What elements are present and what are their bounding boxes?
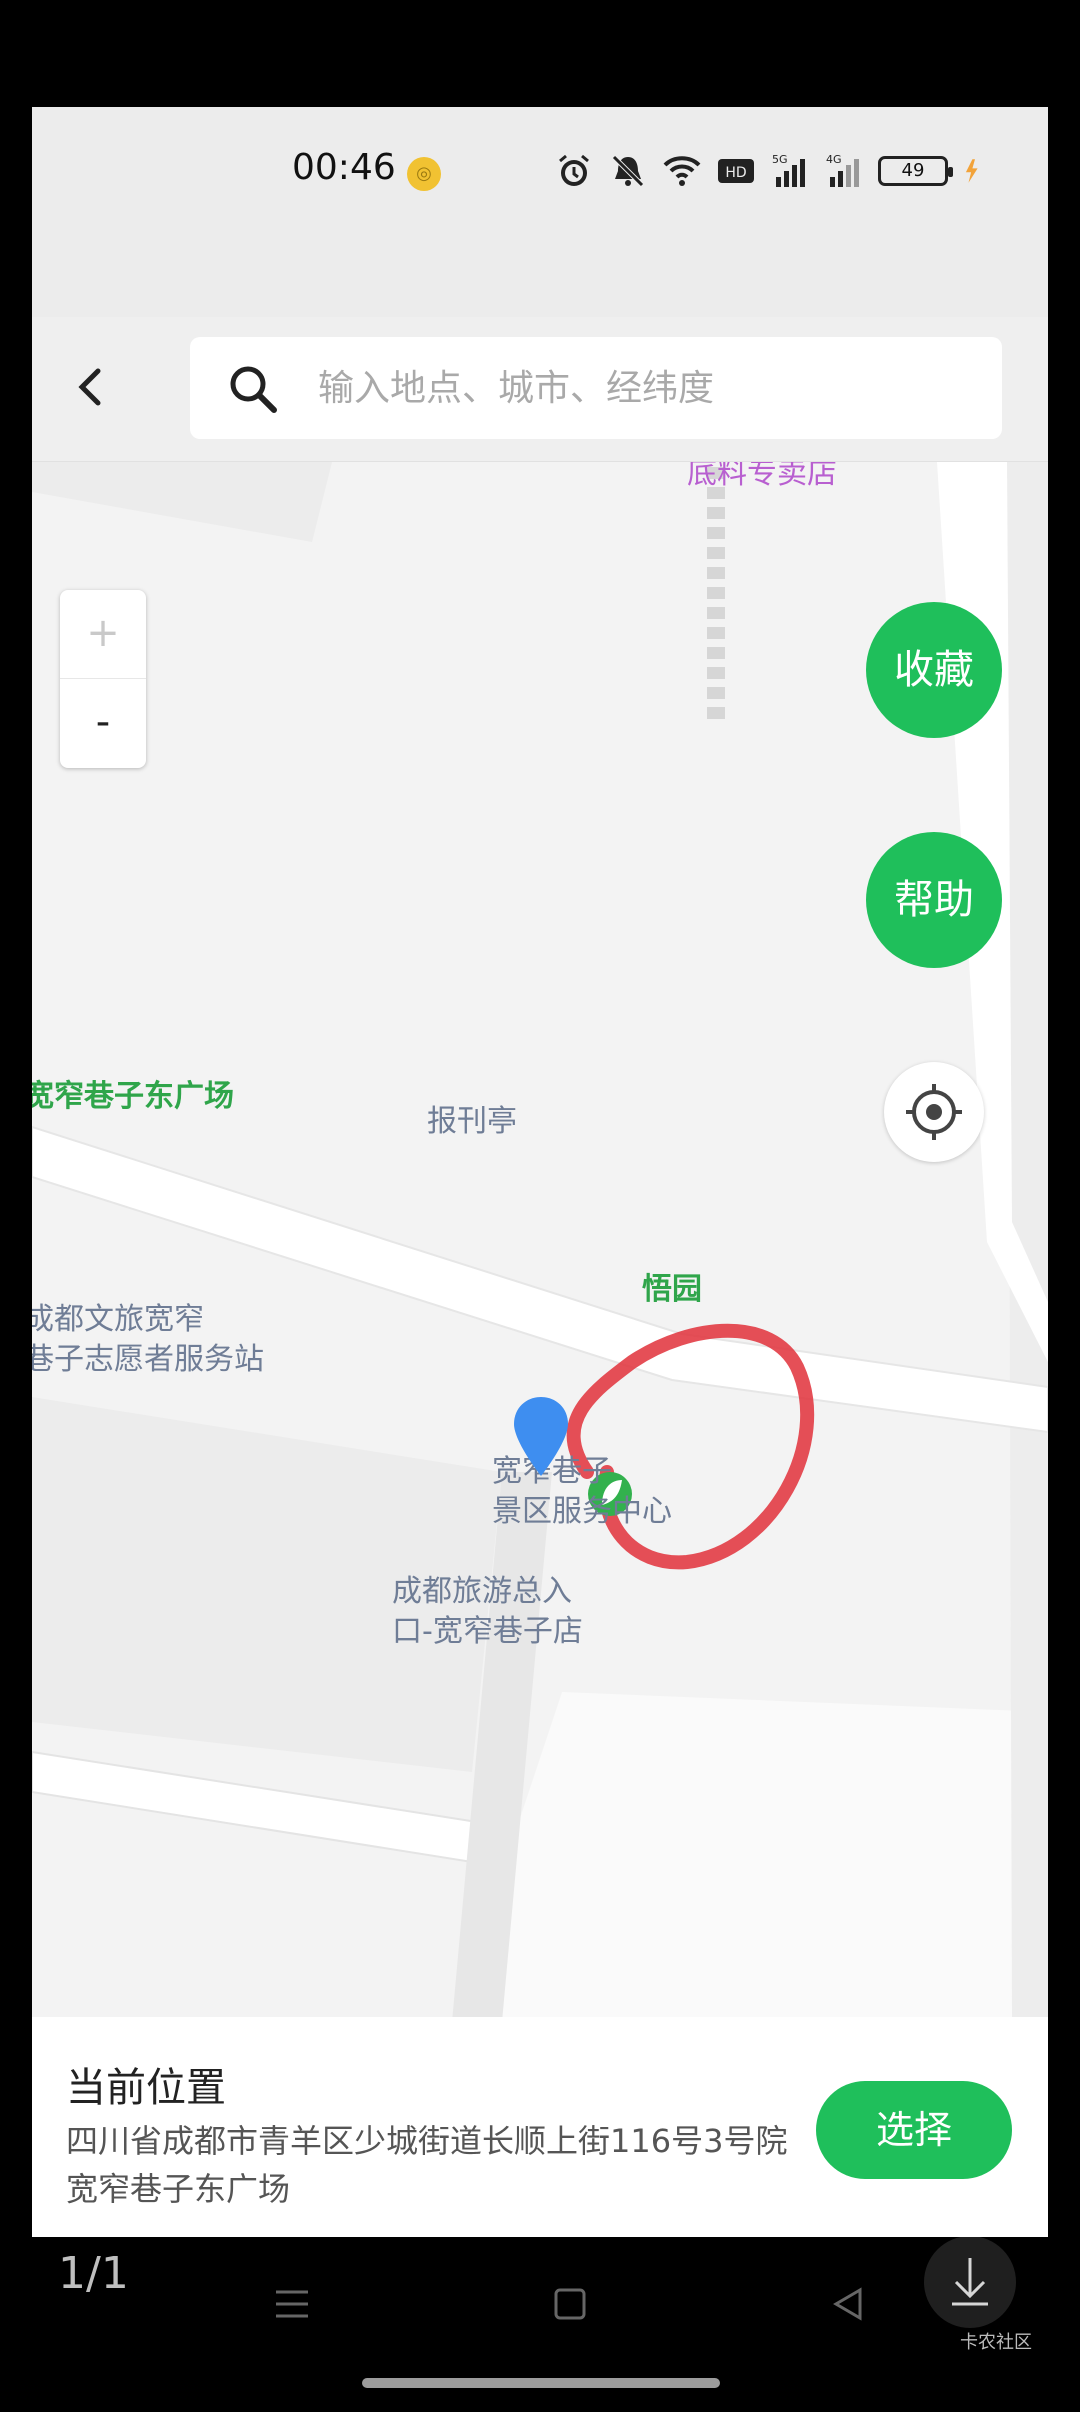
poi-garden-label[interactable]: 悟园 [642,1270,702,1310]
home-indicator[interactable] [362,2378,720,2388]
system-nav-bar [270,2276,870,2332]
choose-button[interactable]: 选择 [816,2081,1012,2179]
current-location-card: 当前位置 四川省成都市青羊区少城街道长顺上街116号3号院宽窄巷子东广场 选择 [32,2017,1048,2237]
battery-indicator: 49 [878,156,953,186]
watermark: 卡农社区 [880,2236,1060,2356]
help-button[interactable]: 帮助 [866,832,1002,968]
download-button[interactable] [924,2236,1016,2328]
status-icons: HD 5G 4G 49 [554,151,988,191]
search-bar-row [32,317,1048,462]
signal-5g-icon: 5G [772,153,805,187]
search-icon [230,366,277,413]
charging-bolt-icon [965,159,978,183]
alarm-icon [559,154,589,186]
poi-tourism-line2: 口-宽窄巷子店 [392,1614,583,1649]
poi-volunteer-label[interactable]: 成都文旅宽窄 巷子志愿者服务站 [32,1300,264,1380]
card-title: 当前位置 [66,2065,226,2111]
poi-shop-label[interactable]: 底料专卖店 [687,462,837,494]
mute-bell-icon [612,155,644,187]
signal-4g-icon: 4G [826,153,859,187]
menu-icon[interactable] [270,2282,314,2326]
poi-tourism-label[interactable]: 成都旅游总入 口-宽窄巷子店 [392,1572,583,1652]
crosshair-icon [906,1084,962,1140]
page-counter: 1/1 [58,2248,129,2299]
watermark-text: 卡农社区 [960,2332,1032,2353]
search-box[interactable] [190,337,1002,439]
map-view[interactable]: 底料专卖店 宽窄巷子东广场 报刊亭 悟园 成都文旅宽窄 巷子志愿者服务站 宽窄巷… [32,462,1048,2022]
locate-button[interactable] [884,1062,984,1162]
home-square-icon[interactable] [548,2282,592,2326]
poi-service-line2: 景区服务中心 [492,1494,672,1529]
hd-voice-icon: HD [718,159,754,183]
wifi-icon [663,156,701,186]
card-address: 四川省成都市青羊区少城街道长顺上街116号3号院宽窄巷子东广场 [66,2122,788,2208]
back-triangle-icon[interactable] [826,2282,870,2326]
poi-newsstand-label[interactable]: 报刊亭 [427,1102,517,1142]
zoom-control: + - [60,590,146,768]
favorite-button[interactable]: 收藏 [866,602,1002,738]
status-bar: 00:46 ◎ HD 5G 4G 49 [32,107,1048,347]
location-pin-icon[interactable] [510,1394,572,1478]
poi-volunteer-line1: 成都文旅宽窄 [32,1302,204,1337]
search-input[interactable] [316,357,966,419]
svg-text:5G: 5G [772,153,788,166]
zoom-out-button[interactable]: - [60,679,146,768]
status-time: 00:46 [292,147,396,188]
app-window: 00:46 ◎ HD 5G 4G 49 输入地点、城市、经纬度 底料专卖店 宽窄… [32,107,1048,2237]
poi-volunteer-line2: 巷子志愿者服务站 [32,1342,264,1377]
svg-text:HD: HD [725,165,746,181]
zoom-in-button[interactable]: + [60,590,146,679]
back-arrow-icon[interactable] [62,357,122,417]
download-icon [952,2258,988,2306]
svg-text:4G: 4G [826,153,842,166]
poi-plaza-label[interactable]: 宽窄巷子东广场 [32,1077,234,1117]
coin-icon: ◎ [407,157,441,191]
poi-tourism-line1: 成都旅游总入 [392,1574,572,1609]
